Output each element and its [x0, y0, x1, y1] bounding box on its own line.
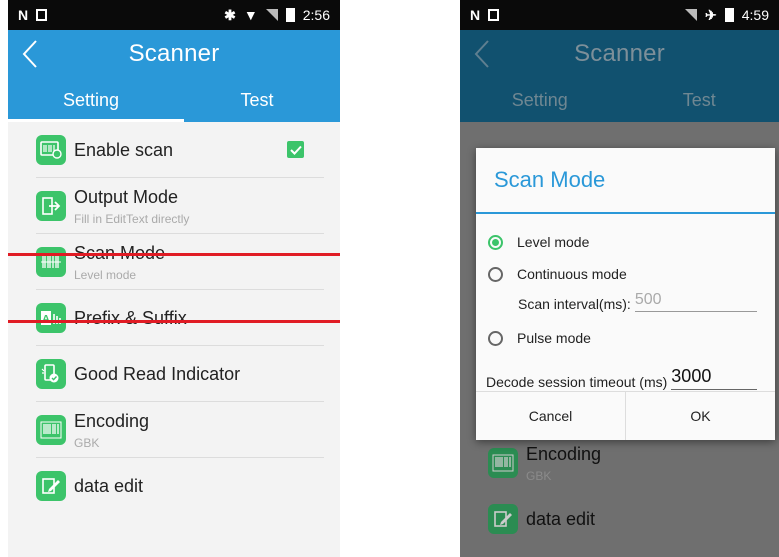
- battery-icon: [724, 8, 734, 22]
- notification-n-icon: N: [470, 7, 481, 23]
- list-item-label: Output Mode: [74, 186, 179, 207]
- list-item-data-edit: data edit: [460, 491, 779, 547]
- tab-test: Test: [620, 78, 779, 122]
- list-item-subtitle: Fill in EditText directly: [74, 211, 190, 226]
- notification-n-icon: N: [18, 7, 29, 23]
- edit-icon: [488, 504, 518, 534]
- tab-setting: Setting: [460, 78, 620, 122]
- list-item-label: Good Read Indicator: [74, 363, 241, 384]
- tab-bar: Setting Test: [460, 78, 779, 122]
- highlight-box: [8, 253, 340, 323]
- wifi-icon: ▼: [243, 7, 258, 23]
- option-label: Continuous mode: [517, 266, 627, 282]
- good-read-indicator-icon: [36, 359, 66, 389]
- list-item-label: data edit: [526, 508, 596, 529]
- list-item-subtitle: GBK: [74, 435, 100, 450]
- list-item-label: Enable scan: [74, 139, 174, 160]
- scan-interval-field[interactable]: 500: [634, 291, 757, 312]
- radio-level-mode[interactable]: Level mode: [476, 228, 775, 256]
- app-bar: Scanner: [460, 30, 779, 78]
- radio-continuous-mode[interactable]: Continuous mode: [476, 260, 775, 288]
- page-title: Scanner: [574, 40, 665, 67]
- battery-icon: [285, 8, 295, 22]
- list-item-data-edit[interactable]: data edit: [8, 458, 340, 514]
- ok-button[interactable]: OK: [625, 392, 775, 440]
- barcode-icon: [488, 448, 518, 478]
- left-screen: N ✱ ▼ 2:56 Scanner Setting Test Enable s…: [8, 0, 340, 557]
- dialog-buttons: Cancel OK: [476, 391, 775, 440]
- scan-interval-label: Scan interval(ms):: [518, 296, 631, 312]
- radio-unselected-icon[interactable]: [488, 266, 503, 282]
- tab-test-label: Test: [240, 89, 274, 110]
- option-label: Level mode: [517, 234, 590, 250]
- list-item-label: data edit: [74, 475, 144, 496]
- barcode-scan-icon: [36, 135, 66, 165]
- radio-unselected-icon[interactable]: [488, 330, 503, 346]
- barcode-icon: [36, 415, 66, 445]
- back-arrow-icon[interactable]: [16, 38, 46, 70]
- signal-icon: [265, 9, 278, 21]
- timeout-label: Decode session timeout (ms): [486, 374, 668, 390]
- list-item-encoding: Encoding GBK: [460, 435, 779, 491]
- tab-setting-label: Setting: [511, 89, 568, 110]
- cancel-button[interactable]: Cancel: [476, 392, 625, 440]
- back-arrow-icon: [468, 38, 498, 70]
- airplane-mode-icon: ✈: [705, 7, 717, 23]
- notification-image-icon: [36, 9, 48, 21]
- notification-image-icon: [488, 9, 500, 21]
- edit-icon: [36, 471, 66, 501]
- timeout-row: Decode session timeout (ms) 3000: [476, 362, 775, 390]
- option-label: Pulse mode: [517, 330, 591, 346]
- radio-selected-icon[interactable]: [488, 234, 503, 250]
- enable-scan-checkbox[interactable]: [287, 141, 304, 158]
- tab-test[interactable]: Test: [174, 78, 340, 122]
- list-item-enable-scan[interactable]: Enable scan: [8, 122, 340, 178]
- signal-icon: [685, 9, 698, 21]
- timeout-field[interactable]: 3000: [671, 366, 758, 390]
- list-item-output-mode[interactable]: Output Mode Fill in EditText directly: [8, 178, 340, 234]
- bluetooth-icon: ✱: [224, 7, 236, 23]
- status-time: 2:56: [302, 7, 330, 23]
- list-item-encoding[interactable]: Encoding GBK: [8, 402, 340, 458]
- list-item-label: Encoding: [74, 410, 150, 431]
- status-bar: N ✱ ▼ 2:56: [8, 0, 340, 30]
- tab-setting-label: Setting: [62, 89, 120, 110]
- radio-pulse-mode[interactable]: Pulse mode: [476, 324, 775, 352]
- page-title: Scanner: [128, 40, 220, 67]
- app-bar: Scanner: [8, 30, 340, 78]
- right-screen: N ✈ 4:59 Scanner Setting Test Encoding G…: [460, 0, 779, 557]
- tab-setting[interactable]: Setting: [8, 78, 174, 122]
- tab-test-label: Test: [682, 89, 716, 110]
- output-arrow-icon: [36, 191, 66, 221]
- scan-mode-dialog: Scan Mode Level mode Continuous mode Sca…: [476, 148, 775, 440]
- list-item-good-read-indicator[interactable]: Good Read Indicator: [8, 346, 340, 402]
- list-item-subtitle: GBK: [526, 468, 552, 483]
- scan-interval-row: Scan interval(ms): 500: [476, 288, 775, 312]
- list-item-label: Encoding: [526, 443, 602, 464]
- dialog-title: Scan Mode: [476, 148, 775, 214]
- status-time: 4:59: [741, 7, 769, 23]
- tab-bar: Setting Test: [8, 78, 340, 122]
- status-bar: N ✈ 4:59: [460, 0, 779, 30]
